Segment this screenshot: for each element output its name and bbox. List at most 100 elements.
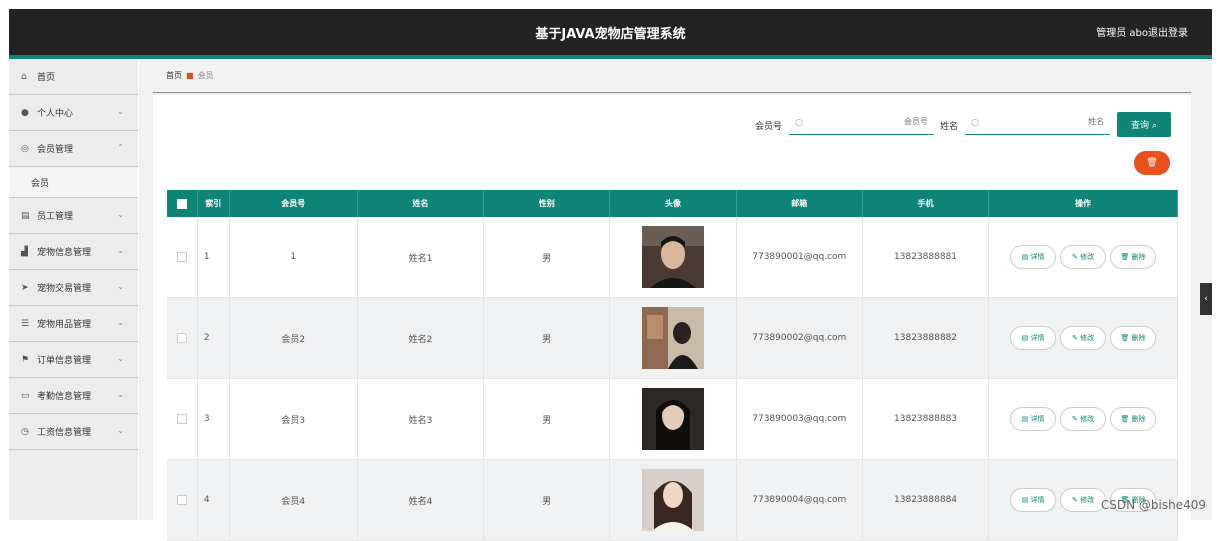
row-checkbox[interactable] <box>176 495 187 505</box>
sidebar-item-label: 员工管理 <box>37 212 74 222</box>
sidebar-item-pet-supplies[interactable]: ☰ 宠物用品管理 ⌄ <box>9 306 138 342</box>
chevron-down-icon: ⌄ <box>117 107 124 116</box>
search-icon: ○ <box>971 118 979 128</box>
row-select-cell <box>167 217 198 297</box>
cell-email: 773890003@qq.com <box>737 379 863 459</box>
avatar[interactable] <box>642 469 705 531</box>
pet-info-icon: ▟ <box>21 246 28 257</box>
clock-icon: ◷ <box>21 426 29 437</box>
cell-index: 4 <box>198 460 230 540</box>
staff-icon: ▤ <box>21 210 30 221</box>
chevron-down-icon: ⌄ <box>117 426 124 435</box>
main-content: 首页 ■会员 会员号 ○ 姓名 ○ 查询 ⌕ 🗑 索引 会员号 姓名 性别 头像 … <box>139 59 1212 541</box>
avatar[interactable] <box>642 388 705 450</box>
delete-button[interactable]: 🗑 删除 <box>1110 326 1157 350</box>
sidebar-subitem-member[interactable]: 会员 <box>9 167 138 198</box>
row-select-cell <box>167 298 198 378</box>
column-header-member-no: 会员号 <box>230 190 358 217</box>
member-no-input[interactable] <box>856 116 930 127</box>
row-checkbox[interactable] <box>176 252 187 262</box>
sidebar: ⌂ 首页 ● 个人中心 ⌄ ◎ 会员管理 ⌃ 会员 ▤ 员工管理 ⌄ ▟ 宠物信息管理 ⌄ ➤ 宠物… <box>9 59 138 520</box>
search-icon: ○ <box>795 118 803 128</box>
cell-member-no: 会员3 <box>230 379 358 459</box>
edit-button[interactable]: ✎ 修改 <box>1060 245 1107 269</box>
row-checkbox[interactable] <box>176 414 187 424</box>
chat-icon: ▭ <box>21 390 30 401</box>
cell-gender: 男 <box>484 379 611 459</box>
app-title: 基于JAVA宠物店管理系统 <box>535 27 686 42</box>
chevron-down-icon: ⌄ <box>117 246 124 255</box>
sidebar-item-salary[interactable]: ◷ 工资信息管理 ⌄ <box>9 414 138 450</box>
edit-button[interactable]: ✎ 修改 <box>1060 488 1107 512</box>
sidebar-item-members[interactable]: ◎ 会员管理 ⌃ <box>9 131 138 167</box>
sidebar-item-label: 订单信息管理 <box>37 356 92 366</box>
cell-member-no: 会员2 <box>230 298 358 378</box>
cell-phone: 13823888881 <box>863 217 990 297</box>
avatar[interactable] <box>642 226 705 288</box>
breadcrumb-home[interactable]: 首页 <box>166 71 182 80</box>
avatar[interactable] <box>642 307 705 369</box>
chevron-down-icon: ⌄ <box>117 210 124 219</box>
sidebar-item-home[interactable]: ⌂ 首页 <box>9 59 138 95</box>
sidebar-item-pet-trade[interactable]: ➤ 宠物交易管理 ⌄ <box>9 270 138 306</box>
detail-button[interactable]: ▤ 详情 <box>1010 245 1057 269</box>
cell-phone: 13823888882 <box>863 298 990 378</box>
sidebar-item-label: 工资信息管理 <box>37 428 92 438</box>
sidebar-item-attendance[interactable]: ▭ 考勤信息管理 ⌄ <box>9 378 138 414</box>
side-collapse-handle[interactable]: ‹ <box>1200 283 1212 315</box>
column-header-avatar: 头像 <box>610 190 737 217</box>
detail-button[interactable]: ▤ 详情 <box>1010 326 1057 350</box>
list-icon: ☰ <box>21 318 30 329</box>
detail-button[interactable]: ▤ 详情 <box>1010 407 1057 431</box>
member-icon: ◎ <box>21 143 29 154</box>
row-checkbox[interactable] <box>176 333 187 343</box>
edit-button[interactable]: ✎ 修改 <box>1060 326 1107 350</box>
cell-avatar <box>610 217 737 297</box>
watermark: CSDN @bishe409 <box>1100 498 1206 512</box>
sidebar-item-label: 考勤信息管理 <box>37 392 92 402</box>
select-all-checkbox[interactable] <box>176 198 187 209</box>
query-button[interactable]: 查询 ⌕ <box>1117 112 1171 137</box>
cell-actions: ▤ 详情 ✎ 修改 🗑 删除 <box>989 379 1179 459</box>
sidebar-item-staff[interactable]: ▤ 员工管理 ⌄ <box>9 198 138 234</box>
cell-gender: 男 <box>484 217 611 297</box>
sidebar-item-label: 个人中心 <box>37 109 74 119</box>
flag-icon: ⚑ <box>21 354 30 365</box>
cell-gender: 男 <box>484 460 611 540</box>
column-header-gender: 性别 <box>484 190 611 217</box>
sidebar-item-orders[interactable]: ⚑ 订单信息管理 ⌄ <box>9 342 138 378</box>
chevron-down-icon: ⌄ <box>117 390 124 399</box>
batch-delete-button[interactable]: 🗑 <box>1134 151 1170 175</box>
column-header-email: 邮箱 <box>737 190 863 217</box>
cell-index: 2 <box>198 298 230 378</box>
sidebar-item-pet-info[interactable]: ▟ 宠物信息管理 ⌄ <box>9 234 138 270</box>
cell-email: 773890002@qq.com <box>737 298 863 378</box>
member-table: 索引 会员号 姓名 性别 头像 邮箱 手机 操作 1 1 姓名1 男 77389… <box>167 190 1179 541</box>
member-no-label: 会员号 <box>755 122 783 132</box>
top-header: 基于JAVA宠物店管理系统 管理员 abo 退出登录 <box>9 9 1212 55</box>
cell-name: 姓名3 <box>358 379 485 459</box>
select-all-cell <box>167 190 198 217</box>
name-search-field[interactable]: ○ <box>965 114 1110 135</box>
cell-name: 姓名1 <box>358 217 485 297</box>
column-header-actions: 操作 <box>989 190 1178 217</box>
cell-member-no: 1 <box>230 217 358 297</box>
edit-button[interactable]: ✎ 修改 <box>1060 407 1107 431</box>
breadcrumb-divider <box>153 92 1191 93</box>
name-label: 姓名 <box>940 122 959 132</box>
sidebar-item-profile[interactable]: ● 个人中心 ⌄ <box>9 95 138 131</box>
sidebar-item-label: 首页 <box>37 73 56 83</box>
delete-button[interactable]: 🗑 删除 <box>1110 407 1157 431</box>
chevron-down-icon: ⌄ <box>117 354 124 363</box>
chevron-down-icon: ⌄ <box>117 318 124 327</box>
cell-name: 姓名4 <box>358 460 485 540</box>
detail-button[interactable]: ▤ 详情 <box>1010 488 1057 512</box>
breadcrumb: 首页 ■ 会员 <box>166 70 214 81</box>
delete-button[interactable]: 🗑 删除 <box>1110 245 1157 269</box>
name-input[interactable] <box>1032 116 1106 127</box>
logout-button[interactable]: 退出登录 <box>1148 24 1188 39</box>
column-header-index: 索引 <box>198 190 230 217</box>
chevron-up-icon: ⌃ <box>117 143 124 152</box>
member-no-search-field[interactable]: ○ <box>789 114 934 135</box>
row-select-cell <box>167 460 198 540</box>
